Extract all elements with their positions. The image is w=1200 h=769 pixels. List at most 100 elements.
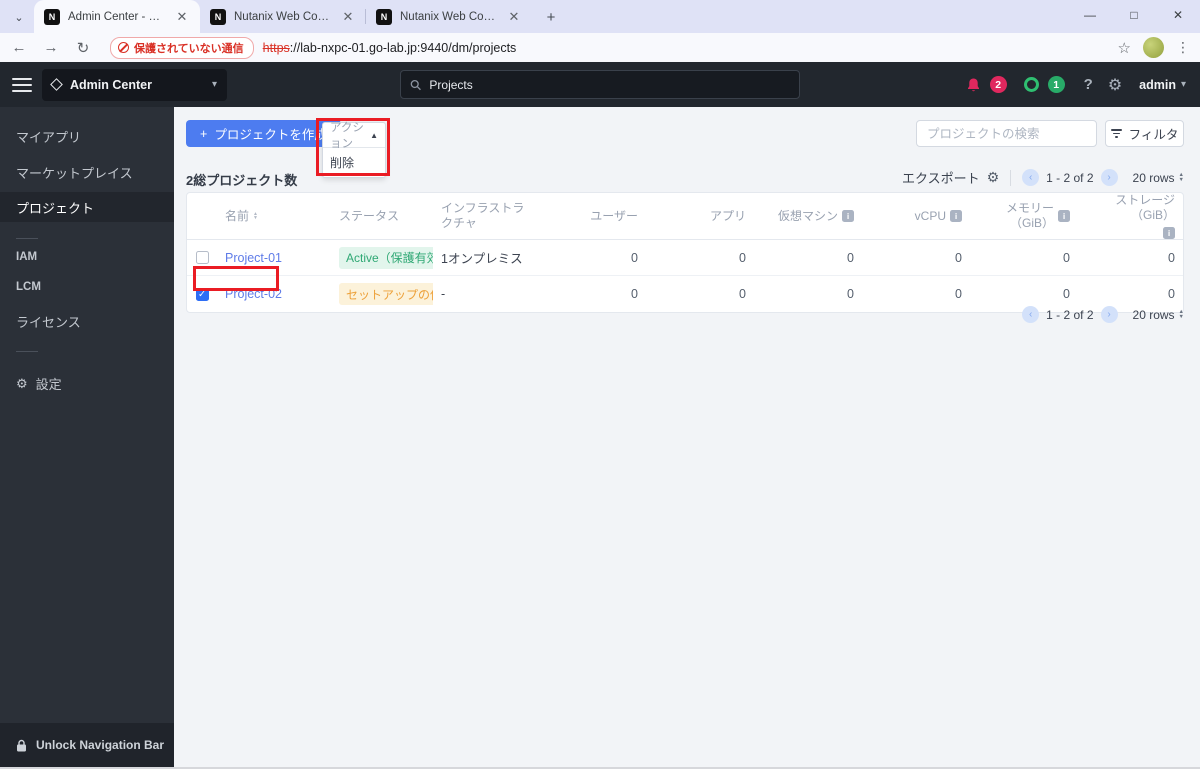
- tab-title: Admin Center - Nutanix: [68, 10, 168, 23]
- projects-page: + プロジェクトを作成 アクション ▲ 削除 フィルタ 2総プロジェクト数 エク…: [174, 107, 1200, 769]
- column-header-vms[interactable]: 仮想マシン i: [754, 209, 862, 224]
- column-header-vcpu[interactable]: vCPU i: [862, 209, 970, 224]
- alerts-count-badge[interactable]: 2: [989, 76, 1007, 93]
- alerts-bell-icon[interactable]: [966, 77, 981, 93]
- infrastructure-value: 1オンプレミス: [441, 252, 523, 266]
- sidebar-item-lcm[interactable]: LCM: [0, 275, 174, 299]
- page-prev-button[interactable]: ‹: [1022, 169, 1040, 186]
- tasks-ring-icon[interactable]: [1023, 77, 1039, 92]
- global-search-input[interactable]: [429, 77, 790, 92]
- create-project-button[interactable]: + プロジェクトを作成: [186, 120, 341, 147]
- sidebar-item-iam[interactable]: IAM: [0, 245, 174, 269]
- url-text[interactable]: https://lab-nxpc-01.go-lab.jp:9440/dm/pr…: [263, 41, 517, 55]
- project-name-link[interactable]: Project-02: [225, 287, 282, 301]
- bookmark-star-icon[interactable]: ☆: [1118, 39, 1131, 57]
- browser-profile-avatar[interactable]: [1143, 37, 1164, 58]
- chevron-down-icon: ▾: [211, 79, 217, 90]
- header-label: アプリ: [709, 208, 746, 223]
- tab-close-icon[interactable]: ✕: [340, 9, 356, 25]
- filter-button[interactable]: フィルタ: [1105, 120, 1184, 147]
- pagination-top: エクスポート ⚙ ‹ 1 - 2 of 2 › 20 rows ▲ ▼: [902, 168, 1184, 187]
- project-name-link[interactable]: Project-01: [225, 251, 282, 265]
- storage-value: 0: [1168, 287, 1175, 301]
- users-value: 0: [631, 287, 638, 301]
- forward-icon[interactable]: →: [38, 36, 64, 60]
- project-search-input[interactable]: [916, 120, 1097, 147]
- window-minimize-button[interactable]: —: [1068, 0, 1112, 30]
- browser-tab-3[interactable]: N Nutanix Web Console ✕: [366, 0, 532, 33]
- row-checkbox-checked[interactable]: ✓: [195, 287, 209, 301]
- tab-title: Nutanix Web Console: [234, 10, 334, 23]
- new-tab-button[interactable]: +: [538, 4, 564, 30]
- window-close-button[interactable]: ✕: [1156, 0, 1200, 30]
- header-label: ストレージ（GiB）: [1115, 193, 1175, 222]
- apps-value: 0: [739, 250, 746, 265]
- info-icon[interactable]: i: [842, 210, 854, 222]
- info-icon[interactable]: i: [1163, 227, 1175, 239]
- security-label: 保護されていない通信: [134, 42, 244, 55]
- unlock-navigation-bar[interactable]: Unlock Navigation Bar: [0, 723, 174, 767]
- sidebar-settings-label: 設定: [35, 377, 62, 392]
- browser-menu-icon[interactable]: ⋮: [1176, 39, 1190, 56]
- page-range-label: 1 - 2 of 2: [1046, 170, 1094, 185]
- rows-per-page-selector[interactable]: 20 rows ▲ ▼: [1133, 308, 1184, 322]
- sidebar-item-license[interactable]: ライセンス: [0, 308, 174, 335]
- memory-value: 0: [1063, 250, 1070, 265]
- back-icon[interactable]: ←: [6, 36, 32, 60]
- info-icon[interactable]: i: [1058, 210, 1070, 222]
- column-header-name[interactable]: 名前 ▲ ▼: [217, 209, 331, 224]
- column-header-status[interactable]: ステータス: [331, 209, 433, 224]
- column-header-apps[interactable]: アプリ: [646, 209, 754, 224]
- divider: [1010, 169, 1012, 186]
- header-label: ステータス: [339, 208, 400, 223]
- memory-value: 0: [1063, 287, 1070, 301]
- rows-label: 20 rows: [1132, 170, 1175, 185]
- settings-gear-icon[interactable]: ⚙: [1108, 75, 1122, 95]
- table-settings-gear-icon[interactable]: ⚙: [987, 169, 1000, 186]
- column-header-infrastructure[interactable]: インフラストラクチャ: [433, 201, 536, 231]
- header-label: メモリー（GiB）: [1005, 201, 1054, 230]
- sidebar-item-projects[interactable]: プロジェクト: [0, 192, 174, 222]
- row-checkbox[interactable]: [195, 251, 209, 264]
- table-row-project-01: Project-01 Active（保護有効） 1オンプレミス 0 0 0 0 …: [187, 240, 1183, 276]
- header-label: ユーザー: [590, 208, 638, 223]
- page-prev-button[interactable]: ‹: [1022, 306, 1040, 323]
- status-badge: Active（保護有効）: [339, 246, 433, 269]
- page-next-button[interactable]: ›: [1100, 306, 1118, 323]
- actions-dropdown-toggle[interactable]: アクション ▲: [323, 122, 385, 150]
- tab-search-button[interactable]: ⌄: [6, 4, 32, 30]
- table-header-row: 名前 ▲ ▼ ステータス インフラストラクチャ ユーザー アプリ 仮想マシン i v…: [187, 193, 1183, 240]
- user-menu[interactable]: admin ▾: [1139, 78, 1186, 92]
- sidebar-item-settings[interactable]: ⚙ 設定: [0, 374, 174, 393]
- sidebar-item-my-apps[interactable]: マイアプリ: [0, 123, 174, 150]
- column-header-users[interactable]: ユーザー: [536, 209, 646, 224]
- browser-tab-strip: ⌄ N Admin Center - Nutanix ✕ N Nutanix W…: [0, 0, 1200, 33]
- header-label: 仮想マシン: [777, 208, 838, 223]
- filter-label: フィルタ: [1128, 128, 1179, 142]
- header-label: インフラストラクチャ: [441, 201, 525, 230]
- sidebar-item-marketplace[interactable]: マーケットプレイス: [0, 159, 174, 186]
- sidebar-nav: マイアプリ マーケットプレイス プロジェクト IAM LCM ライセンス ⚙ 設…: [0, 107, 174, 769]
- tab-close-icon[interactable]: ✕: [506, 9, 522, 25]
- help-icon[interactable]: ?: [1084, 76, 1093, 93]
- site-security-chip[interactable]: 保護されていない通信: [110, 36, 254, 59]
- rows-per-page-selector[interactable]: 20 rows ▲ ▼: [1133, 171, 1184, 185]
- tab-close-icon[interactable]: ✕: [174, 9, 190, 25]
- info-icon[interactable]: i: [950, 210, 962, 222]
- tasks-count-badge[interactable]: 1: [1047, 76, 1065, 93]
- chevron-down-icon: ▾: [1180, 79, 1186, 90]
- column-header-storage[interactable]: ストレージ（GiB） i: [1078, 193, 1183, 239]
- column-header-memory[interactable]: メモリー（GiB） i: [970, 201, 1078, 231]
- page-next-button[interactable]: ›: [1100, 169, 1118, 186]
- menu-item-delete[interactable]: 削除: [323, 148, 385, 177]
- browser-tab-active[interactable]: N Admin Center - Nutanix ✕: [34, 0, 200, 33]
- reload-icon[interactable]: ↻: [70, 36, 96, 60]
- app-switcher-dropdown[interactable]: Admin Center ▾: [42, 68, 227, 101]
- window-maximize-button[interactable]: □: [1112, 0, 1156, 30]
- export-label[interactable]: エクスポート: [902, 168, 980, 187]
- hamburger-menu-icon[interactable]: [12, 77, 32, 92]
- updown-caret-icon: ▲ ▼: [1178, 308, 1184, 320]
- tab-title: Nutanix Web Console: [400, 10, 500, 23]
- global-search-field[interactable]: [400, 70, 800, 99]
- browser-tab-2[interactable]: N Nutanix Web Console ✕: [200, 0, 366, 33]
